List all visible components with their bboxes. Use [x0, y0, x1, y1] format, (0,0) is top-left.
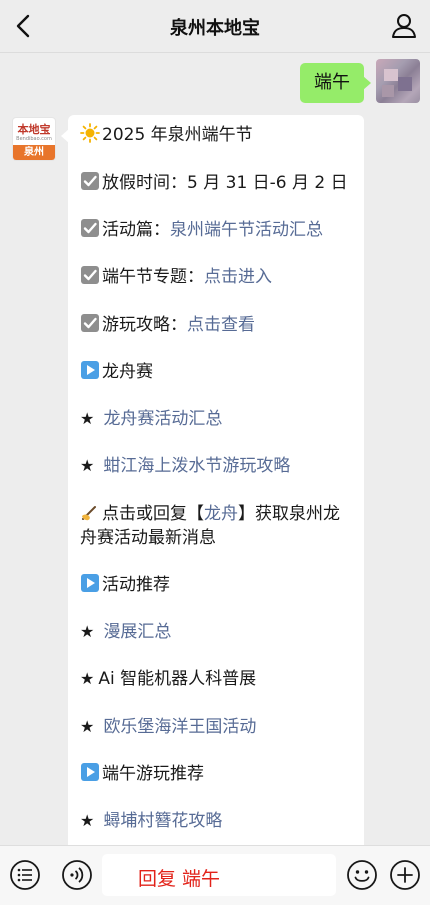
reply-hint-prefix: 点击或回复【	[102, 504, 204, 524]
voice-icon[interactable]	[61, 859, 93, 891]
dragon-boat-heading: 龙舟赛	[102, 362, 153, 382]
checkbox-icon	[81, 219, 99, 237]
checkbox-icon	[81, 314, 99, 332]
message-line-holiday: 放假时间：5 月 31 日-6 月 2 日	[80, 171, 356, 195]
bot-message-bubble: 2025 年泉州端午节 放假时间：5 月 31 日-6 月 2 日 活动篇：泉州…	[61, 115, 364, 845]
checkbox-icon	[81, 172, 99, 190]
guide-label: 游玩攻略：	[102, 315, 187, 335]
activity-label: 活动篇：	[102, 220, 170, 240]
page-title: 泉州本地宝	[170, 18, 260, 39]
bot-logo-city: 泉州	[13, 145, 55, 160]
message-line-water-festival: ★ 蚶江海上泼水节游玩攻略	[80, 454, 356, 478]
my-message-row: 端午	[220, 59, 420, 105]
ocean-kingdom-link[interactable]: 欧乐堡海洋王国活动	[103, 717, 256, 737]
checkbox-icon	[81, 266, 99, 284]
bot-avatar[interactable]: 本地宝 Bendibao.com 泉州	[12, 117, 56, 161]
star-icon: ★	[80, 622, 100, 641]
user-icon[interactable]	[388, 10, 420, 42]
star-icon: ★	[80, 456, 100, 475]
plus-icon[interactable]	[389, 859, 421, 891]
guide-view-link[interactable]: 点击查看	[187, 315, 255, 335]
input-text: 回复 端午	[138, 868, 221, 890]
sun-icon	[80, 123, 100, 143]
play-icon	[81, 763, 99, 781]
message-line-xunpu: ★ 蟳埔村簪花攻略	[80, 809, 356, 833]
bot-logo-sub: Bendibao.com	[16, 136, 52, 142]
message-line-dragon-summary: ★ 龙舟赛活动汇总	[80, 407, 356, 431]
star-icon: ★	[80, 669, 95, 688]
message-line-guide: 游玩攻略：点击查看	[80, 313, 356, 337]
star-icon: ★	[80, 811, 100, 830]
holiday-label: 放假时间：	[102, 173, 187, 193]
message-line-comic-expo: ★ 漫展汇总	[80, 620, 356, 644]
message-line-title: 2025 年泉州端午节	[80, 123, 356, 147]
bottom-input-bar: 回复 端午	[0, 845, 430, 905]
message-line-reply-hint: 点击或回复【龙舟】获取泉州龙舟赛活动最新消息	[80, 502, 356, 550]
message-line-travel: 端午游玩推荐	[80, 762, 356, 786]
message-line-ai-expo: ★ Ai 智能机器人科普展	[80, 667, 356, 691]
message-line-topic: 端午节专题：点击进入	[80, 265, 356, 289]
my-message-bubble[interactable]: 端午	[300, 63, 371, 103]
play-icon	[81, 361, 99, 379]
message-input[interactable]: 回复 端午	[102, 854, 336, 896]
travel-heading: 端午游玩推荐	[102, 764, 204, 784]
xunpu-link[interactable]: 蟳埔村簪花攻略	[103, 811, 222, 831]
emoji-icon[interactable]	[346, 859, 378, 891]
topic-label: 端午节专题：	[102, 267, 204, 287]
top-bar: 泉州本地宝	[0, 0, 430, 53]
message-line-dragon-boat: 龙舟赛	[80, 360, 356, 384]
chat-area[interactable]: 端午 本地宝 Bendibao.com 泉州 2025 年泉州端午节 放假时间：…	[0, 53, 430, 845]
list-icon[interactable]	[9, 859, 41, 891]
activity-summary-link[interactable]: 泉州端午节活动汇总	[170, 220, 323, 240]
dragon-boat-keyword-link[interactable]: 龙舟	[204, 504, 238, 524]
message-line-activity: 活动篇：泉州端午节活动汇总	[80, 218, 356, 242]
message-line-ocean-kingdom: ★ 欧乐堡海洋王国活动	[80, 715, 356, 739]
bot-logo-text: 本地宝	[17, 123, 51, 136]
dragon-boat-summary-link[interactable]: 龙舟赛活动汇总	[103, 409, 222, 429]
play-icon	[81, 574, 99, 592]
title-text: 2025 年泉州端午节	[102, 125, 253, 145]
holiday-dates: 5 月 31 日-6 月 2 日	[187, 173, 348, 193]
writing-hand-icon	[82, 506, 96, 521]
water-festival-link[interactable]: 蚶江海上泼水节游玩攻略	[103, 456, 290, 476]
comic-expo-link[interactable]: 漫展汇总	[103, 622, 171, 642]
ai-expo-text: Ai 智能机器人科普展	[98, 669, 257, 689]
topic-enter-link[interactable]: 点击进入	[204, 267, 272, 287]
recommend-heading: 活动推荐	[102, 575, 170, 595]
star-icon: ★	[80, 409, 100, 428]
my-avatar[interactable]	[376, 59, 420, 103]
star-icon: ★	[80, 717, 100, 736]
message-line-recommend: 活动推荐	[80, 573, 356, 597]
